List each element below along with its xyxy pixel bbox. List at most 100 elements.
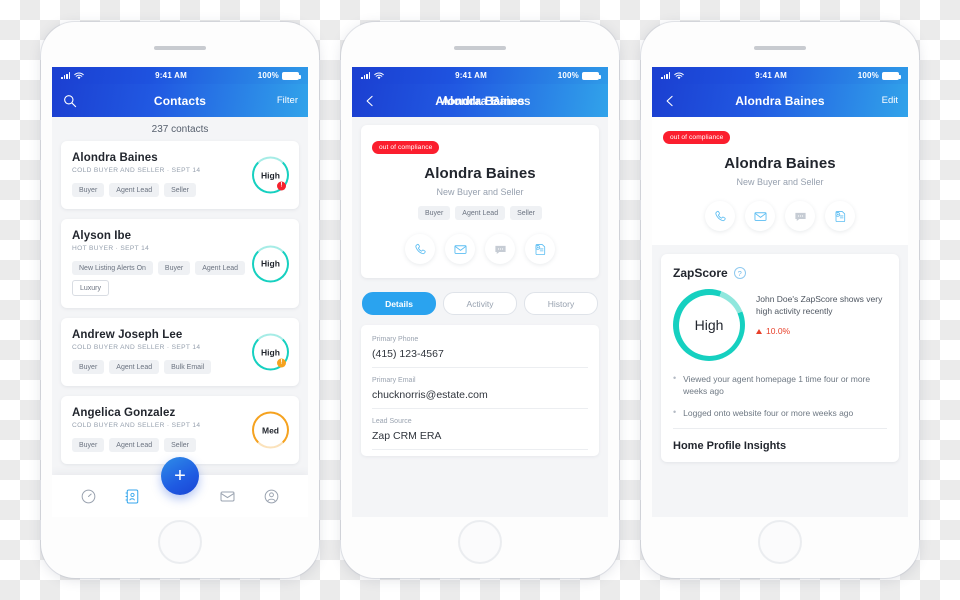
trend-up-icon: [756, 328, 762, 334]
phone-home-button[interactable]: [458, 520, 502, 564]
tag-chip[interactable]: Seller: [510, 206, 542, 220]
score-badge[interactable]: High !: [252, 333, 289, 371]
field-value: (415) 123-4567: [372, 348, 444, 360]
field-primary-phone[interactable]: Primary Phone (415) 123-4567: [372, 327, 588, 368]
zapscore-summary: John Doe's ZapScore shows very high acti…: [756, 289, 887, 336]
tag-chip[interactable]: Seller: [164, 183, 197, 197]
wifi-icon: [374, 72, 385, 79]
email-icon: [453, 244, 467, 254]
message-icon: [794, 212, 806, 221]
field-value: Zap CRM ERA: [372, 430, 442, 442]
tab-details[interactable]: Details: [362, 292, 436, 315]
field-primary-email[interactable]: Primary Email chucknorris@estate.com: [372, 368, 588, 409]
contacts-list: Alondra Baines COLD BUYER AND SELLER · S…: [52, 141, 308, 464]
list-item[interactable]: Angelica Gonzalez COLD BUYER AND SELLER …: [61, 396, 299, 464]
call-action-button[interactable]: [705, 201, 735, 231]
tag-chip[interactable]: Bulk Email: [164, 360, 212, 374]
list-item[interactable]: Andrew Joseph Lee COLD BUYER AND SELLER …: [61, 318, 299, 386]
message-action-button[interactable]: [785, 201, 815, 231]
list-item[interactable]: Alondra Baines COLD BUYER AND SELLER · S…: [61, 141, 299, 209]
tab-activity[interactable]: Activity: [443, 292, 517, 315]
note-action-button[interactable]: [825, 201, 855, 231]
contacts-count: 237 contacts: [52, 117, 308, 141]
quick-actions: [663, 201, 897, 231]
tag-chip[interactable]: Buyer: [417, 206, 451, 220]
contact-subtitle: New Buyer and Seller: [436, 187, 524, 197]
zapscore-value: High: [694, 317, 724, 333]
wifi-icon: [74, 72, 85, 79]
wifi-icon: [674, 72, 685, 79]
score-label: High: [261, 347, 280, 357]
nav-bar-zapscore: Alondra Baines Edit: [652, 84, 908, 117]
list-item: • Viewed your agent homepage 1 time four…: [673, 373, 887, 398]
tag-chip[interactable]: Seller: [164, 438, 197, 452]
bullet-icon: •: [673, 406, 677, 417]
list-item[interactable]: Alyson Ibe HOT BUYER · SEPT 14 New Listi…: [61, 219, 299, 308]
tag-chip[interactable]: New Listing Alerts On: [72, 261, 153, 275]
phone-home-button[interactable]: [158, 520, 202, 564]
phone-mockup-zapscore: 9:41 AM 100% Alondra Baines Edit out of …: [641, 22, 919, 578]
edit-button[interactable]: Edit: [882, 95, 898, 106]
tag-chip[interactable]: Agent Lead: [109, 183, 160, 197]
bullet-icon: •: [673, 373, 677, 383]
field-value: chucknorris@estate.com: [372, 389, 488, 401]
quick-actions: [372, 234, 588, 264]
tag-chip[interactable]: Agent Lead: [195, 261, 246, 275]
email-action-button[interactable]: [445, 234, 475, 264]
contacts-icon[interactable]: [124, 488, 141, 505]
field-label: Primary Phone: [372, 336, 419, 343]
insight-text: Logged onto website four or more weeks a…: [683, 407, 854, 418]
detail-tabs: Details Activity History: [352, 278, 608, 325]
zapscore-delta: 10.0%: [756, 326, 887, 336]
add-contact-button[interactable]: +: [161, 457, 199, 495]
tag-chip[interactable]: Buyer: [72, 183, 105, 197]
contact-subtitle: New Buyer and Seller: [736, 177, 824, 187]
tag-chip[interactable]: Buyer: [157, 261, 191, 275]
battery-percent-label: 100%: [857, 71, 879, 80]
score-badge[interactable]: Med: [252, 411, 289, 449]
question-mark-icon[interactable]: ?: [733, 267, 746, 279]
note-action-button[interactable]: [525, 234, 555, 264]
filter-button[interactable]: Filter: [277, 95, 298, 106]
zapscore-delta-value: 10.0%: [766, 326, 791, 337]
zapscore-header: ZapScore ?: [673, 266, 887, 280]
phone-speaker: [454, 46, 506, 50]
back-arrow-icon[interactable]: [362, 93, 378, 109]
tag-chip[interactable]: Agent Lead: [109, 360, 160, 374]
divider: [673, 427, 887, 429]
message-icon: [494, 245, 506, 254]
tag-chip[interactable]: Buyer: [72, 438, 105, 452]
field-label: Primary Email: [372, 377, 416, 384]
phone-icon: [414, 243, 426, 254]
status-bar-time: 9:41 AM: [755, 71, 787, 80]
contact-header-card: out of compliance Alondra Baines New Buy…: [652, 117, 908, 245]
contact-header-card: out of compliance Alondra Baines New Buy…: [361, 125, 599, 278]
home-profile-insights-title: Home Profile Insights: [673, 439, 787, 452]
score-badge[interactable]: High: [252, 245, 289, 282]
tag-chip[interactable]: Agent Lead: [455, 206, 506, 220]
email-action-button[interactable]: [745, 201, 775, 231]
zapscore-description: John Doe's ZapScore shows very high acti…: [756, 294, 883, 317]
call-action-button[interactable]: [405, 234, 435, 264]
profile-icon[interactable]: [263, 488, 280, 505]
tab-history[interactable]: History: [524, 292, 598, 315]
search-icon[interactable]: [62, 93, 78, 109]
message-action-button[interactable]: [485, 234, 515, 264]
tag-chip[interactable]: Luxury: [72, 280, 110, 296]
phone-home-button[interactable]: [758, 520, 802, 564]
signal-icon: [661, 72, 671, 79]
mail-icon[interactable]: [219, 488, 236, 505]
alert-dot: !: [277, 358, 286, 368]
note-icon: [834, 210, 845, 222]
signal-icon: [61, 72, 71, 79]
dashboard-icon[interactable]: [80, 488, 97, 505]
field-lead-source[interactable]: Lead Source Zap CRM ERA: [372, 409, 588, 450]
status-bar-time: 9:41 AM: [455, 71, 487, 80]
tag-chip[interactable]: Agent Lead: [109, 438, 160, 452]
status-bar: 9:41 AM 100%: [52, 67, 308, 84]
score-badge[interactable]: High !: [252, 156, 289, 194]
signal-icon: [361, 72, 371, 79]
tag-chip[interactable]: Buyer: [72, 360, 105, 374]
email-icon: [753, 211, 767, 221]
back-arrow-icon[interactable]: [662, 93, 678, 109]
